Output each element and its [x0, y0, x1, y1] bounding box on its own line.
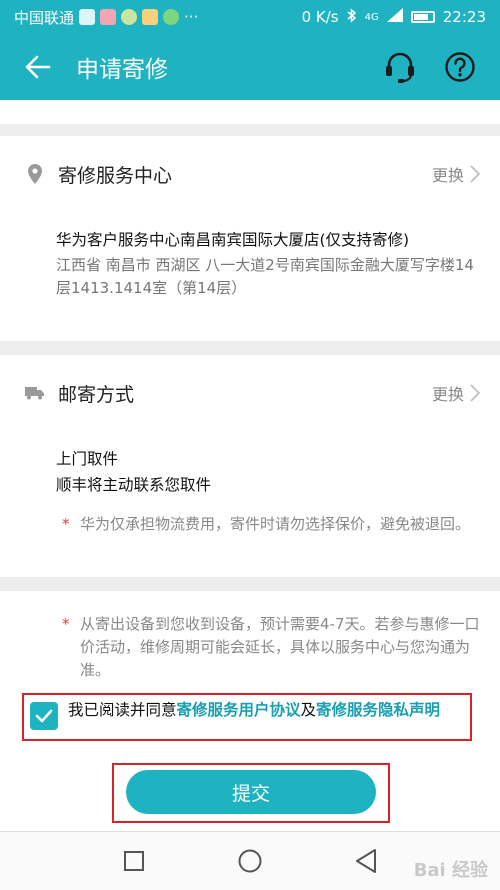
back-nav-button[interactable]	[351, 846, 381, 876]
status-bar: 中国联通 ··· 0 K/s 4G 22:23	[0, 0, 500, 34]
service-center-header: 寄修服务中心 更换	[0, 136, 500, 212]
chevron-right-icon	[470, 384, 480, 402]
privacy-statement-link[interactable]: 寄修服务隐私声明	[316, 701, 440, 719]
submit-button[interactable]: 提交	[126, 770, 376, 814]
checkmark-icon	[35, 709, 53, 723]
page-title: 申请寄修	[76, 57, 168, 83]
clock: 22:23	[442, 8, 486, 26]
customer-service-headset-icon	[386, 52, 414, 83]
signal-icon	[386, 8, 403, 26]
repair-time-notice: * 从寄出设备到您收到设备，预计需要4-7天。若参与惠修一口价活动，维修周期可能…	[62, 613, 482, 682]
agreement-conjunction: 及	[300, 701, 317, 719]
notification-icon	[163, 9, 180, 25]
repair-time-notice-text: 从寄出设备到您收到设备，预计需要4-7天。若参与惠修一口价活动，维修周期可能会延…	[80, 615, 480, 679]
chevron-right-icon	[470, 165, 480, 183]
notification-icon	[142, 9, 159, 25]
submit-highlight-frame: 提交	[112, 763, 390, 823]
location-pin-icon	[24, 164, 46, 184]
required-star: *	[62, 515, 70, 533]
back-arrow-icon	[25, 55, 51, 79]
agreement-highlight-frame: 我已阅读并同意寄修服务用户协议及寄修服务隐私声明	[22, 693, 472, 741]
watermark: Bai 经验	[413, 860, 488, 881]
service-center-card: 寄修服务中心 更换 华为客户服务中心南昌南宾国际大厦店(仅支持寄修) 江西省 南…	[0, 136, 500, 341]
required-star: *	[62, 615, 70, 633]
change-shipping-method-button[interactable]: 更换	[432, 381, 480, 405]
service-center-label: 寄修服务中心	[58, 164, 173, 187]
agreement-text: 我已阅读并同意寄修服务用户协议及寄修服务隐私声明	[68, 700, 468, 720]
notice-card: * 从寄出设备到您收到设备，预计需要4-7天。若参与惠修一口价活动，维修周期可能…	[0, 591, 500, 831]
bluetooth-icon	[347, 7, 357, 27]
notification-icon	[79, 9, 96, 25]
truck-icon	[24, 386, 46, 400]
shipping-method-desc: 顺丰将主动联系您取件	[56, 476, 212, 494]
help-button[interactable]	[442, 49, 478, 85]
service-center-name: 华为客户服务中心南昌南宾国际大厦店(仅支持寄修)	[56, 231, 410, 249]
shipping-method-card: 邮寄方式 更换 上门取件 顺丰将主动联系您取件 * 华为仅承担物流费用，寄件时请…	[0, 355, 500, 577]
home-button[interactable]	[235, 846, 265, 876]
recent-apps-button[interactable]	[119, 846, 149, 876]
notification-icon	[100, 9, 117, 25]
shipping-method-name: 上门取件	[56, 450, 119, 468]
change-service-center-button[interactable]: 更换	[432, 162, 480, 186]
shipping-method-label: 邮寄方式	[58, 383, 135, 406]
triangle-back-icon	[356, 849, 376, 873]
service-center-address: 江西省 南昌市 西湖区 八一大道2号南宾国际金融大厦写字楼14层1413.141…	[56, 256, 474, 297]
top-strip	[0, 100, 500, 124]
more-notifications-icon: ···	[184, 8, 199, 26]
notification-icon	[121, 9, 138, 25]
circle-icon	[238, 849, 262, 873]
network-type: 4G	[364, 11, 379, 23]
agreement-prefix: 我已阅读并同意	[68, 701, 177, 719]
agreement-checkbox[interactable]	[30, 702, 58, 730]
change-label: 更换	[431, 385, 464, 404]
shipping-method-header: 邮寄方式 更换	[0, 355, 500, 431]
network-speed: 0 K/s	[301, 8, 339, 26]
system-nav-bar: Bai 经验	[0, 831, 500, 890]
back-button[interactable]	[0, 34, 76, 100]
help-question-icon	[445, 52, 475, 82]
customer-service-button[interactable]	[382, 49, 418, 85]
user-agreement-link[interactable]: 寄修服务用户协议	[177, 701, 301, 719]
battery-icon	[410, 11, 435, 23]
carrier-name: 中国联通	[14, 8, 75, 27]
change-label: 更换	[431, 166, 464, 185]
square-icon	[124, 851, 144, 871]
shipping-note: * 华为仅承担物流费用，寄件时请勿选择保价，避免被退回。	[62, 513, 482, 536]
shipping-note-text: 华为仅承担物流费用，寄件时请勿选择保价，避免被退回。	[80, 515, 471, 533]
app-bar: 申请寄修	[0, 34, 500, 100]
